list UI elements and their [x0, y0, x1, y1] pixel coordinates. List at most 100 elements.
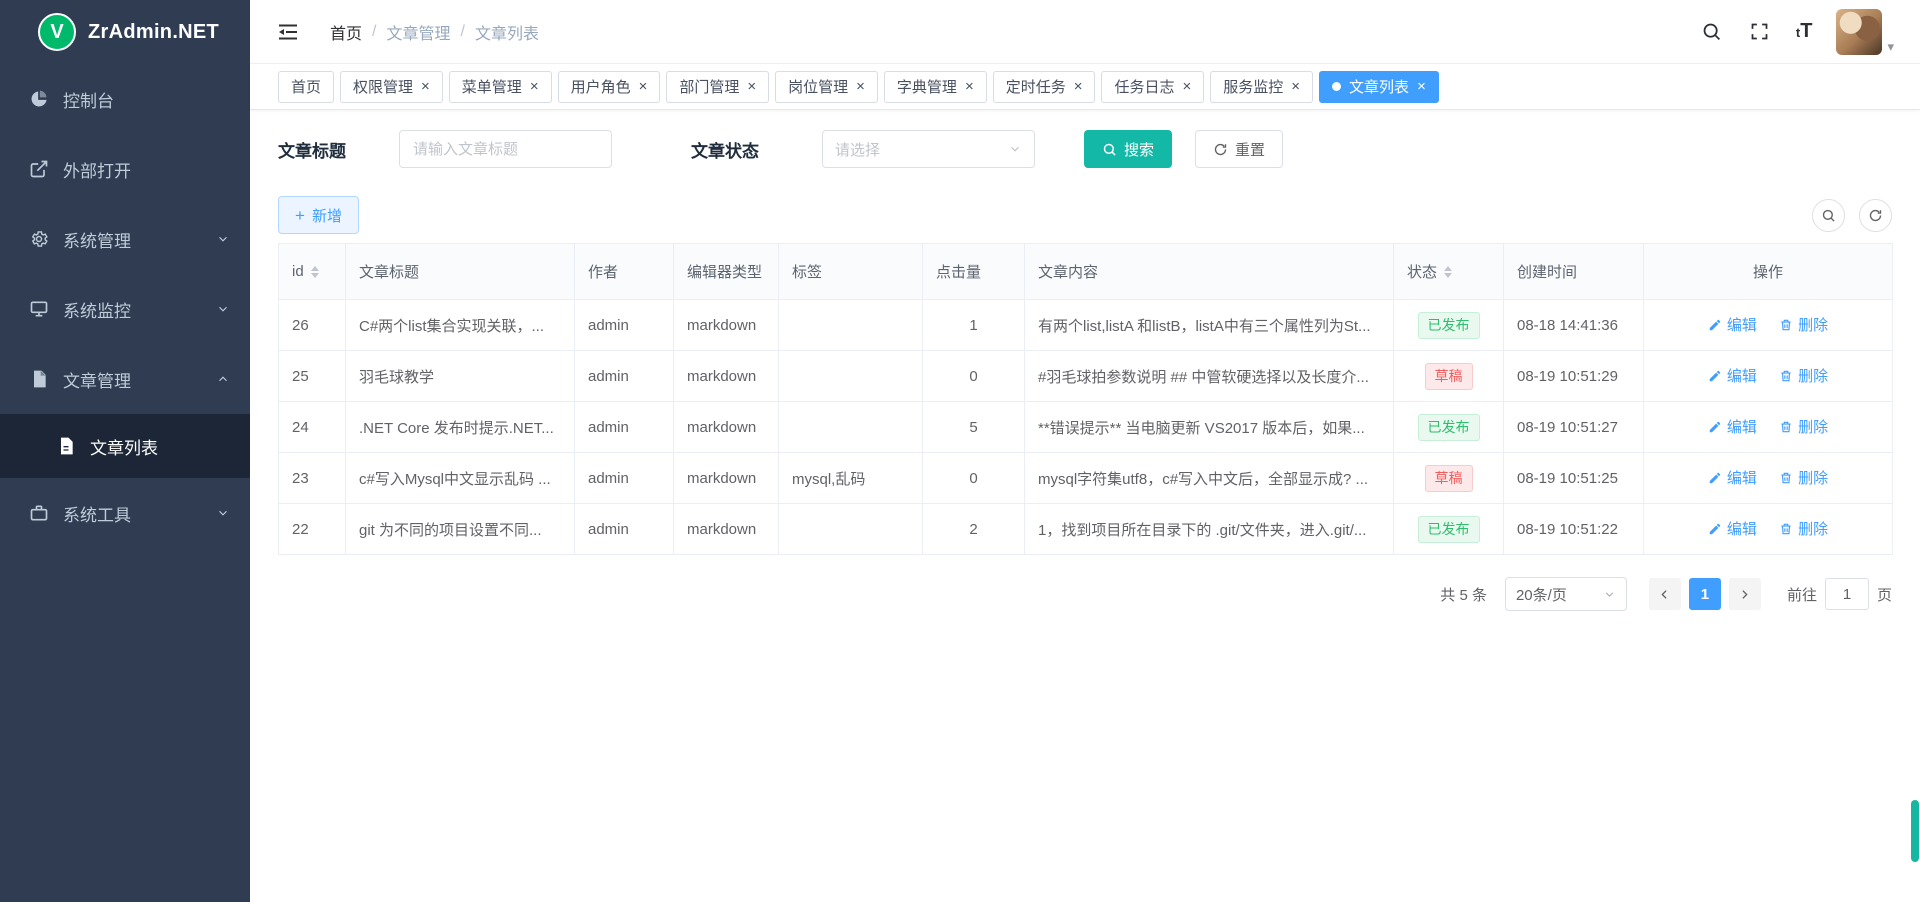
- cell-title: git 为不同的项目设置不同...: [346, 504, 575, 555]
- close-icon[interactable]: ×: [421, 79, 430, 94]
- cell-tags: [779, 402, 923, 453]
- column-label: id: [292, 263, 304, 280]
- cell-tags: mysql,乱码: [779, 453, 923, 504]
- cell-title: C#两个list集合实现关联，...: [346, 300, 575, 351]
- column-header-status[interactable]: 状态: [1394, 244, 1504, 300]
- fullscreen-icon[interactable]: [1748, 20, 1772, 44]
- page-number-1[interactable]: 1: [1689, 578, 1721, 610]
- delete-button[interactable]: 删除: [1779, 416, 1828, 437]
- edit-button[interactable]: 编辑: [1708, 314, 1757, 335]
- app-logo[interactable]: V ZrAdmin.NET: [0, 0, 250, 64]
- sidebar-item-label: 外部打开: [63, 157, 131, 182]
- delete-button[interactable]: 删除: [1779, 467, 1828, 488]
- close-icon[interactable]: ×: [1183, 79, 1192, 94]
- prev-page-button[interactable]: [1649, 578, 1681, 610]
- add-button-label: 新增: [312, 205, 342, 226]
- column-header-title: 文章标题: [346, 244, 575, 300]
- chevron-down-icon: [1008, 142, 1022, 156]
- scrollbar-thumb[interactable]: [1911, 800, 1919, 862]
- breadcrumb-home[interactable]: 首页: [330, 20, 362, 44]
- chevron-down-icon: [216, 302, 230, 316]
- close-icon[interactable]: ×: [965, 79, 974, 94]
- edit-label: 编辑: [1727, 518, 1757, 539]
- close-icon[interactable]: ×: [1291, 79, 1300, 94]
- reset-button[interactable]: 重置: [1195, 130, 1283, 168]
- sort-icon[interactable]: [311, 266, 319, 278]
- article-status-label: 文章状态: [691, 137, 822, 162]
- close-icon[interactable]: ×: [747, 79, 756, 94]
- cell-editor: markdown: [674, 504, 779, 555]
- tab-task-log[interactable]: 任务日志 ×: [1101, 71, 1204, 103]
- font-size-icon[interactable]: tT: [1796, 20, 1813, 43]
- toggle-search-button[interactable]: [1812, 199, 1845, 232]
- column-header-id[interactable]: id: [279, 244, 346, 300]
- page-size-select[interactable]: 20条/页: [1505, 577, 1627, 611]
- tab-permission-management[interactable]: 权限管理 ×: [340, 71, 443, 103]
- tab-article-list[interactable]: 文章列表 ×: [1319, 71, 1439, 103]
- edit-label: 编辑: [1727, 365, 1757, 386]
- cell-content: 1，找到项目所在目录下的 .git/文件夹，进入.git/...: [1025, 504, 1394, 555]
- edit-button[interactable]: 编辑: [1708, 416, 1757, 437]
- tab-home[interactable]: 首页: [278, 71, 334, 103]
- sidebar-item-article-management[interactable]: 文章管理: [0, 344, 250, 414]
- sidebar-item-external-open[interactable]: 外部打开: [0, 134, 250, 204]
- cell-created: 08-19 10:51:29: [1504, 351, 1644, 402]
- add-button[interactable]: + 新增: [278, 196, 359, 234]
- sidebar-nav: 控制台 外部打开 系统管理 系统监控: [0, 64, 250, 548]
- tab-department-management[interactable]: 部门管理 ×: [666, 71, 769, 103]
- cell-created: 08-18 14:41:36: [1504, 300, 1644, 351]
- breadcrumb-article-management[interactable]: 文章管理: [386, 20, 450, 44]
- search-button[interactable]: 搜索: [1084, 130, 1172, 168]
- next-page-button[interactable]: [1729, 578, 1761, 610]
- tab-post-management[interactable]: 岗位管理 ×: [775, 71, 878, 103]
- edit-button[interactable]: 编辑: [1708, 365, 1757, 386]
- cell-status: 已发布: [1394, 504, 1504, 555]
- sidebar-toggle-icon[interactable]: [276, 19, 302, 45]
- user-menu[interactable]: ▾: [1836, 9, 1894, 55]
- goto-suffix: 页: [1877, 584, 1892, 605]
- goto-page-input[interactable]: [1825, 578, 1869, 610]
- article-status-select[interactable]: 请选择: [822, 130, 1035, 168]
- delete-button[interactable]: 删除: [1779, 365, 1828, 386]
- plus-icon: +: [295, 207, 305, 224]
- tab-service-monitor[interactable]: 服务监控 ×: [1210, 71, 1313, 103]
- close-icon[interactable]: ×: [1417, 79, 1426, 94]
- search-icon[interactable]: [1700, 20, 1724, 44]
- tab-user-role[interactable]: 用户角色 ×: [558, 71, 661, 103]
- column-header-clicks: 点击量: [923, 244, 1025, 300]
- close-icon[interactable]: ×: [530, 79, 539, 94]
- breadcrumb-article-list: 文章列表: [475, 20, 539, 44]
- edit-label: 编辑: [1727, 416, 1757, 437]
- sidebar-item-label: 系统管理: [63, 227, 131, 252]
- page-scrollbar: [1910, 0, 1920, 902]
- close-icon[interactable]: ×: [1074, 79, 1083, 94]
- sidebar-item-dashboard[interactable]: 控制台: [0, 64, 250, 134]
- search-icon: [1821, 208, 1836, 223]
- sidebar-item-system-management[interactable]: 系统管理: [0, 204, 250, 274]
- avatar[interactable]: [1836, 9, 1882, 55]
- refresh-table-button[interactable]: [1859, 199, 1892, 232]
- tab-scheduled-task[interactable]: 定时任务 ×: [993, 71, 1096, 103]
- sidebar-item-article-list[interactable]: 文章列表: [0, 414, 250, 478]
- toolbox-icon: [29, 503, 49, 523]
- delete-label: 删除: [1798, 365, 1828, 386]
- edit-button[interactable]: 编辑: [1708, 518, 1757, 539]
- chevron-up-icon: [216, 372, 230, 386]
- caret-down-icon: ▾: [1887, 40, 1894, 55]
- tab-dict-management[interactable]: 字典管理 ×: [884, 71, 987, 103]
- tab-menu-management[interactable]: 菜单管理 ×: [449, 71, 552, 103]
- page-content: 文章标题 文章状态 请选择 搜索 重置: [250, 110, 1920, 902]
- breadcrumb-separator: /: [372, 23, 376, 41]
- delete-button[interactable]: 删除: [1779, 314, 1828, 335]
- sidebar-item-system-tools[interactable]: 系统工具: [0, 478, 250, 548]
- pagination: 共 5 条 20条/页 1 前往 页: [278, 577, 1892, 611]
- article-title-input[interactable]: [399, 130, 612, 168]
- sidebar-item-label: 文章管理: [63, 367, 131, 392]
- close-icon[interactable]: ×: [856, 79, 865, 94]
- sidebar-item-system-monitor[interactable]: 系统监控: [0, 274, 250, 344]
- gear-icon: [29, 229, 49, 249]
- delete-button[interactable]: 删除: [1779, 518, 1828, 539]
- edit-button[interactable]: 编辑: [1708, 467, 1757, 488]
- sort-icon[interactable]: [1444, 266, 1452, 278]
- close-icon[interactable]: ×: [639, 79, 648, 94]
